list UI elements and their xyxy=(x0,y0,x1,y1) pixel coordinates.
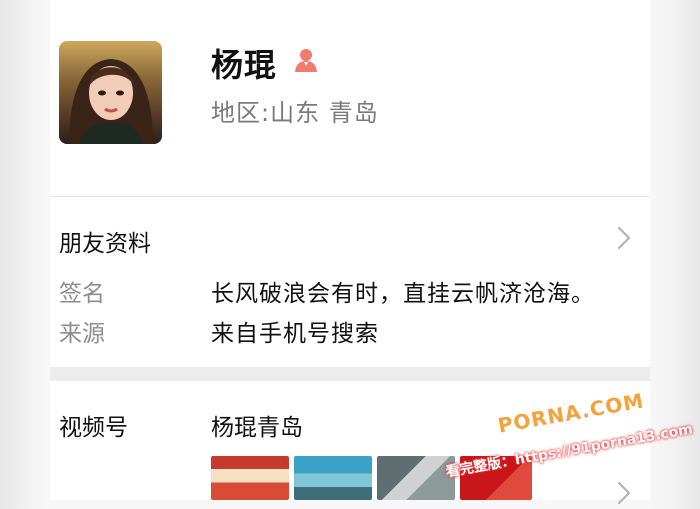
source-label: 来源 xyxy=(59,321,105,347)
video-channel-name: 杨琨青岛 xyxy=(211,415,303,441)
video-channel-label: 视频号 xyxy=(59,415,128,441)
profile-card: 杨琨 地区:山东 青岛 xyxy=(50,0,650,197)
person-icon xyxy=(293,47,319,73)
profile-name: 杨琨 xyxy=(211,46,278,84)
friend-info-card[interactable]: 朋友资料 签名 长风破浪会有时，直挂云帆济沧海。 来源 来自手机号搜索 xyxy=(50,197,650,367)
video-thumbnail-2[interactable] xyxy=(294,456,372,500)
signature-value: 长风破浪会有时，直挂云帆济沧海。 xyxy=(211,281,595,307)
video-thumbnail-1[interactable] xyxy=(211,456,289,500)
source-value: 来自手机号搜索 xyxy=(211,321,379,347)
region-text: 地区:山东 青岛 xyxy=(211,99,379,127)
signature-label: 签名 xyxy=(59,281,105,307)
avatar[interactable] xyxy=(59,41,162,144)
friend-info-title: 朋友资料 xyxy=(59,231,151,257)
chevron-right-icon[interactable] xyxy=(617,226,631,250)
chevron-right-icon[interactable] xyxy=(617,481,631,505)
section-divider xyxy=(50,367,650,381)
